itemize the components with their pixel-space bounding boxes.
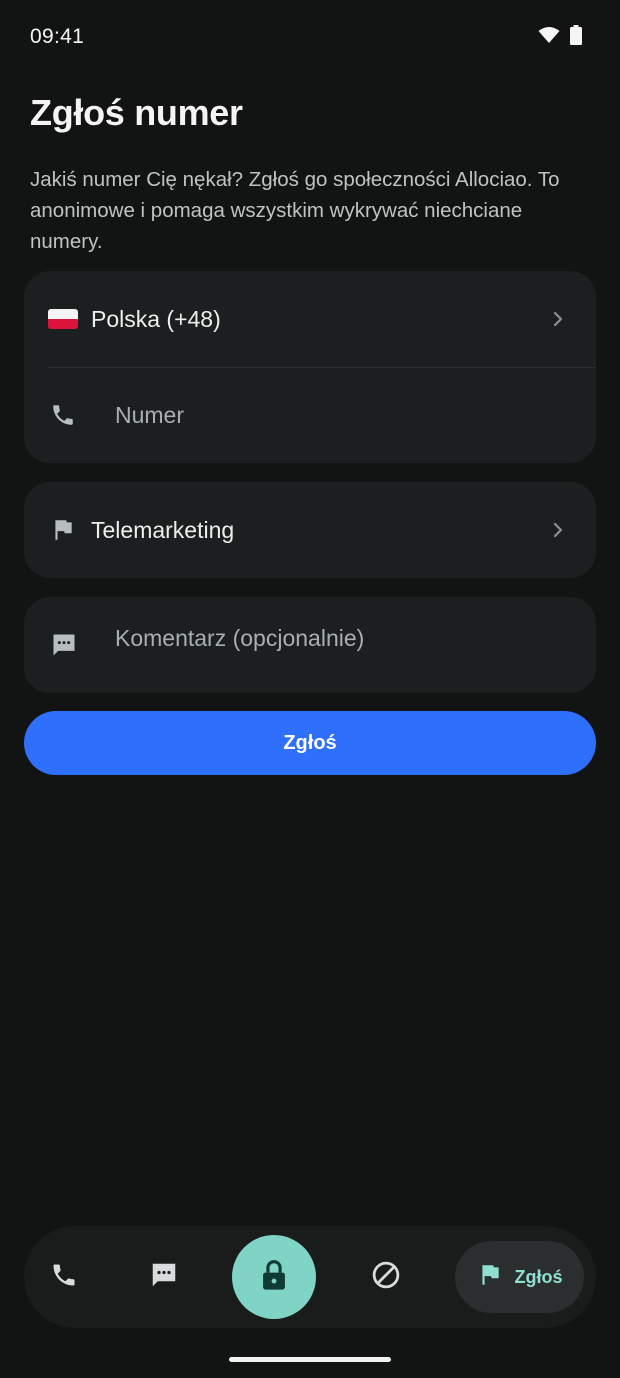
number-field[interactable]: Numer [24, 367, 596, 463]
category-row: Telemarketing [24, 482, 596, 578]
lock-icon [259, 1258, 289, 1297]
poland-flag-icon [48, 309, 78, 329]
comment-row: Komentarz (opcjonalnie) [24, 597, 596, 693]
phone-icon [50, 1261, 78, 1294]
block-icon [371, 1260, 401, 1295]
message-icon [149, 1260, 179, 1295]
page-title: Zgłoś numer [30, 92, 243, 133]
nav-item-blocked[interactable] [364, 1226, 408, 1328]
category-selector[interactable]: Telemarketing [24, 482, 596, 578]
comment-placeholder: Komentarz (opcjonalnie) [115, 625, 365, 651]
bottom-nav: Zgłoś [24, 1226, 596, 1328]
number-placeholder: Numer [115, 401, 185, 428]
status-time: 09:41 [30, 25, 85, 48]
country-label: Polska (+48) [91, 305, 221, 332]
phone-icon [50, 402, 76, 428]
page-description: Jakiś numer Cię nękał? Zgłoś go społeczn… [30, 168, 560, 253]
comment-field[interactable]: Komentarz (opcjonalnie) [24, 597, 596, 693]
message-icon [50, 631, 76, 657]
country-selector[interactable]: Polska (+48) [24, 271, 596, 367]
chevron-right-icon [550, 522, 566, 538]
flag-icon [477, 1262, 503, 1293]
battery-icon [570, 25, 582, 50]
home-indicator[interactable] [229, 1357, 391, 1362]
nav-item-calls[interactable] [42, 1226, 86, 1328]
status-bar: 09:41 [0, 0, 620, 76]
category-label: Telemarketing [91, 516, 235, 543]
nav-item-messages[interactable] [142, 1226, 186, 1328]
status-icons [538, 25, 582, 50]
nav-item-report-label: Zgłoś [514, 1266, 563, 1287]
nav-item-lock[interactable] [232, 1235, 316, 1319]
chevron-right-icon [550, 311, 566, 327]
nav-item-report[interactable]: Zgłoś [455, 1241, 584, 1313]
report-number-screen: 09:41 Zgłoś numer Jakiś numer Cię nękał?… [0, 0, 620, 1378]
wifi-icon [538, 26, 560, 49]
phone-number-card: Polska (+48) Numer [24, 271, 596, 463]
submit-button[interactable]: Zgłoś [24, 711, 596, 775]
flag-icon [50, 517, 76, 543]
